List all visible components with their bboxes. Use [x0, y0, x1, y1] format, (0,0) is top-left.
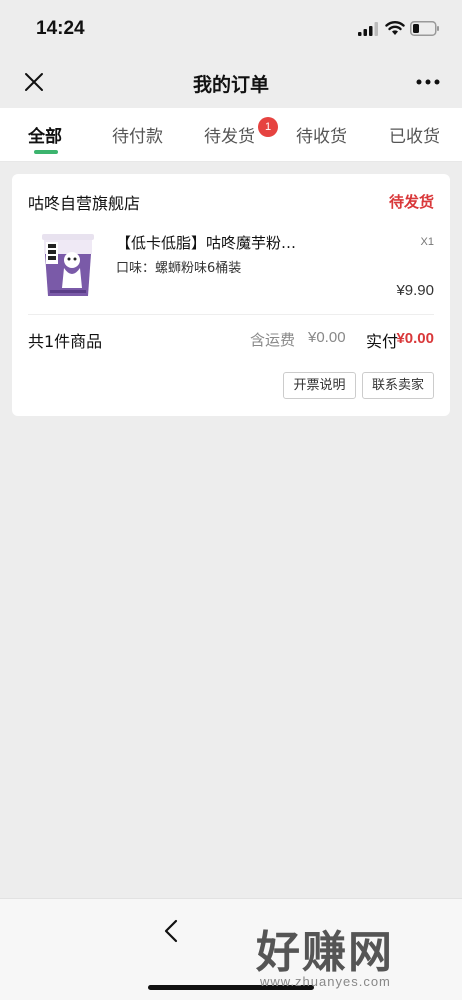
tab-pending-payment[interactable]: 待付款 [112, 122, 163, 147]
tab-pending-shipment[interactable]: 待发货 [204, 122, 255, 147]
shipping-value: ¥0.00 [308, 329, 346, 346]
product-price: ¥9.90 [396, 282, 434, 299]
nav-bar: 我的订单 [0, 58, 462, 108]
product-quantity: X1 [420, 236, 434, 248]
product-image[interactable] [38, 232, 98, 298]
paid-value: ¥0.00 [396, 330, 434, 347]
watermark-text: 好赚网 [256, 927, 394, 978]
more-icon[interactable] [416, 76, 440, 88]
order-card[interactable]: 咕咚自营旗舰店 待发货 【低卡低脂】咕咚魔芋粉… 口味：螺蛳粉味6桶装 X1 ¥… [12, 174, 450, 416]
active-tab-indicator [34, 150, 58, 154]
shipping-label: 含运费 [250, 331, 296, 349]
shop-name[interactable]: 咕咚自营旗舰店 [28, 190, 140, 214]
cellular-signal-icon [358, 22, 378, 36]
pending-shipment-badge: 1 [258, 117, 278, 137]
watermark-url: www.zhuanyes.com [260, 974, 391, 989]
back-arrow-icon[interactable] [160, 919, 182, 943]
page-title: 我的订单 [192, 74, 269, 96]
tab-received[interactable]: 已收货 [389, 122, 440, 147]
tab-all[interactable]: 全部 [28, 122, 62, 147]
battery-icon [410, 21, 439, 36]
item-count: 共1件商品 [28, 332, 103, 351]
order-tabs: 全部 待付款 待发货 待收货 已收货 [0, 108, 462, 162]
watermark: 好赚网 www.zhuanyes.com [254, 916, 454, 1000]
order-status: 待发货 [388, 193, 434, 211]
product-title[interactable]: 【低卡低脂】咕咚魔芋粉… [116, 232, 356, 253]
product-spec: 口味：螺蛳粉味6桶装 [116, 261, 242, 276]
divider [28, 314, 434, 315]
status-time: 14:24 [36, 18, 85, 39]
tab-pending-receipt[interactable]: 待收货 [296, 122, 347, 147]
invoice-info-button[interactable]: 开票说明 [283, 372, 356, 399]
paid-label: 实付 [366, 332, 399, 351]
status-bar: 14:24 [0, 0, 462, 58]
wifi-icon [385, 21, 405, 35]
contact-seller-button[interactable]: 联系卖家 [362, 372, 434, 399]
